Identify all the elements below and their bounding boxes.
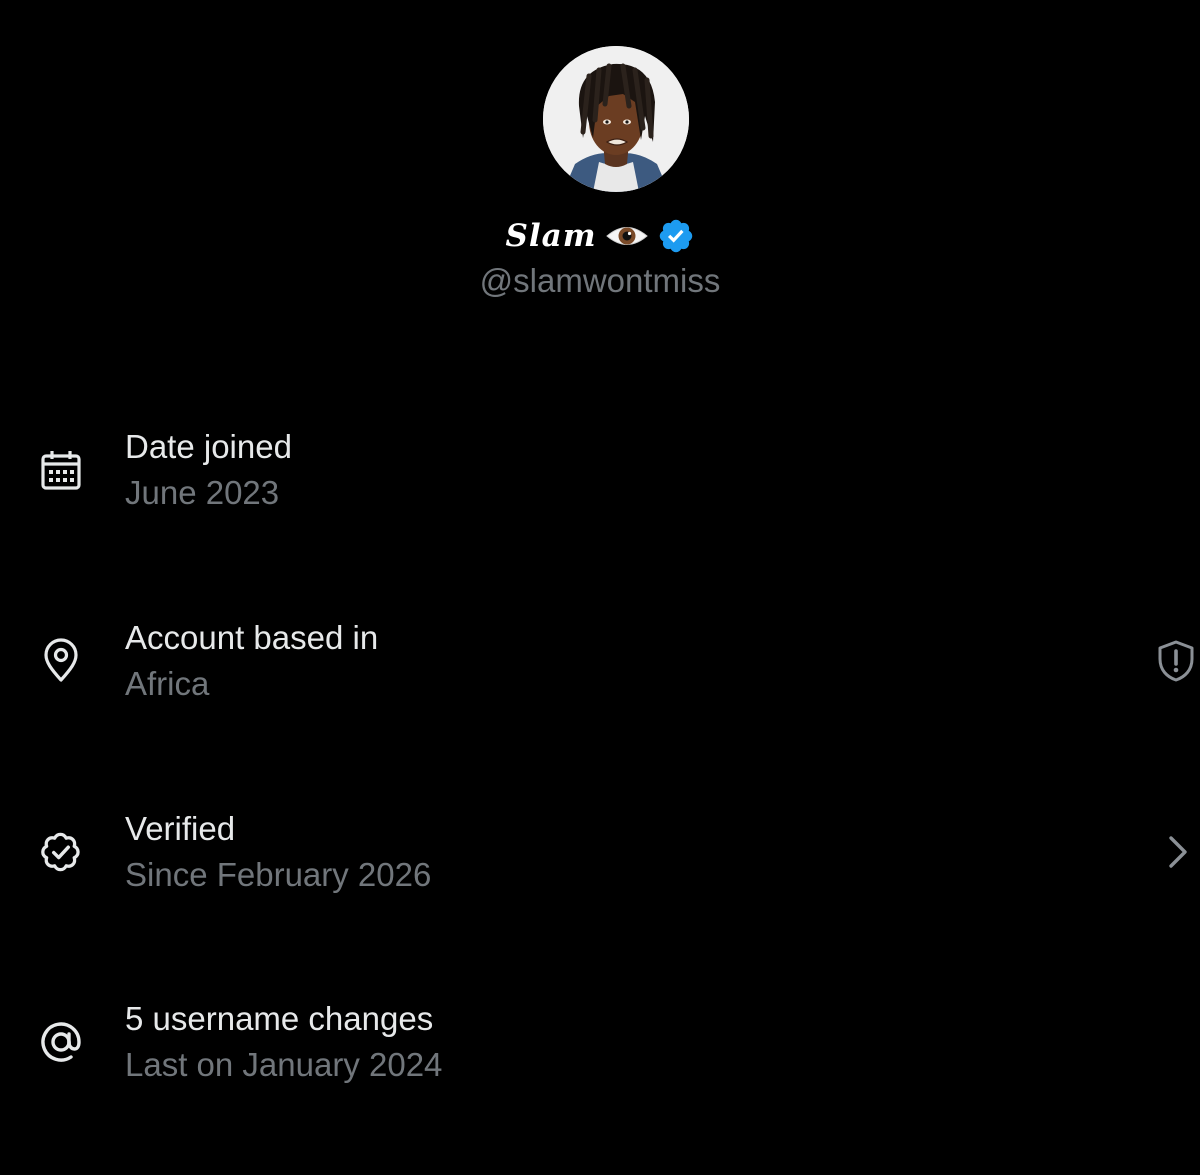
display-name: Slam bbox=[505, 218, 597, 254]
chevron-right-icon[interactable] bbox=[1158, 830, 1198, 874]
username-handle: @slamwontmiss bbox=[479, 262, 721, 299]
detail-subtitle: Last on January 2024 bbox=[125, 1046, 443, 1083]
detail-subtitle: Africa bbox=[125, 665, 210, 702]
detail-row-account-location: Account based in Africa bbox=[0, 619, 1200, 719]
verified-outline-icon bbox=[38, 829, 84, 875]
avatar[interactable] bbox=[543, 46, 689, 192]
detail-subtitle: Since February 2026 bbox=[125, 856, 432, 893]
location-pin-icon bbox=[38, 638, 84, 684]
detail-row-username-changes: 5 username changes Last on January 2024 bbox=[0, 1000, 1200, 1100]
detail-row-verified[interactable]: Verified Since February 2026 bbox=[0, 810, 1200, 910]
detail-row-date-joined: Date joined June 2023 bbox=[0, 428, 1200, 528]
calendar-icon bbox=[38, 448, 84, 494]
shield-alert-icon[interactable] bbox=[1156, 639, 1196, 683]
detail-subtitle: June 2023 bbox=[125, 474, 280, 511]
profile-header: Slam @slamwontmiss bbox=[0, 0, 1200, 320]
detail-title: Verified bbox=[125, 810, 236, 847]
detail-title: Account based in bbox=[125, 619, 379, 656]
detail-title: Date joined bbox=[125, 428, 292, 465]
verified-badge-icon[interactable] bbox=[657, 217, 695, 255]
eye-emoji bbox=[605, 221, 649, 251]
at-sign-icon bbox=[38, 1019, 84, 1065]
name-row: Slam bbox=[0, 212, 1200, 260]
detail-title: 5 username changes bbox=[125, 1000, 434, 1037]
